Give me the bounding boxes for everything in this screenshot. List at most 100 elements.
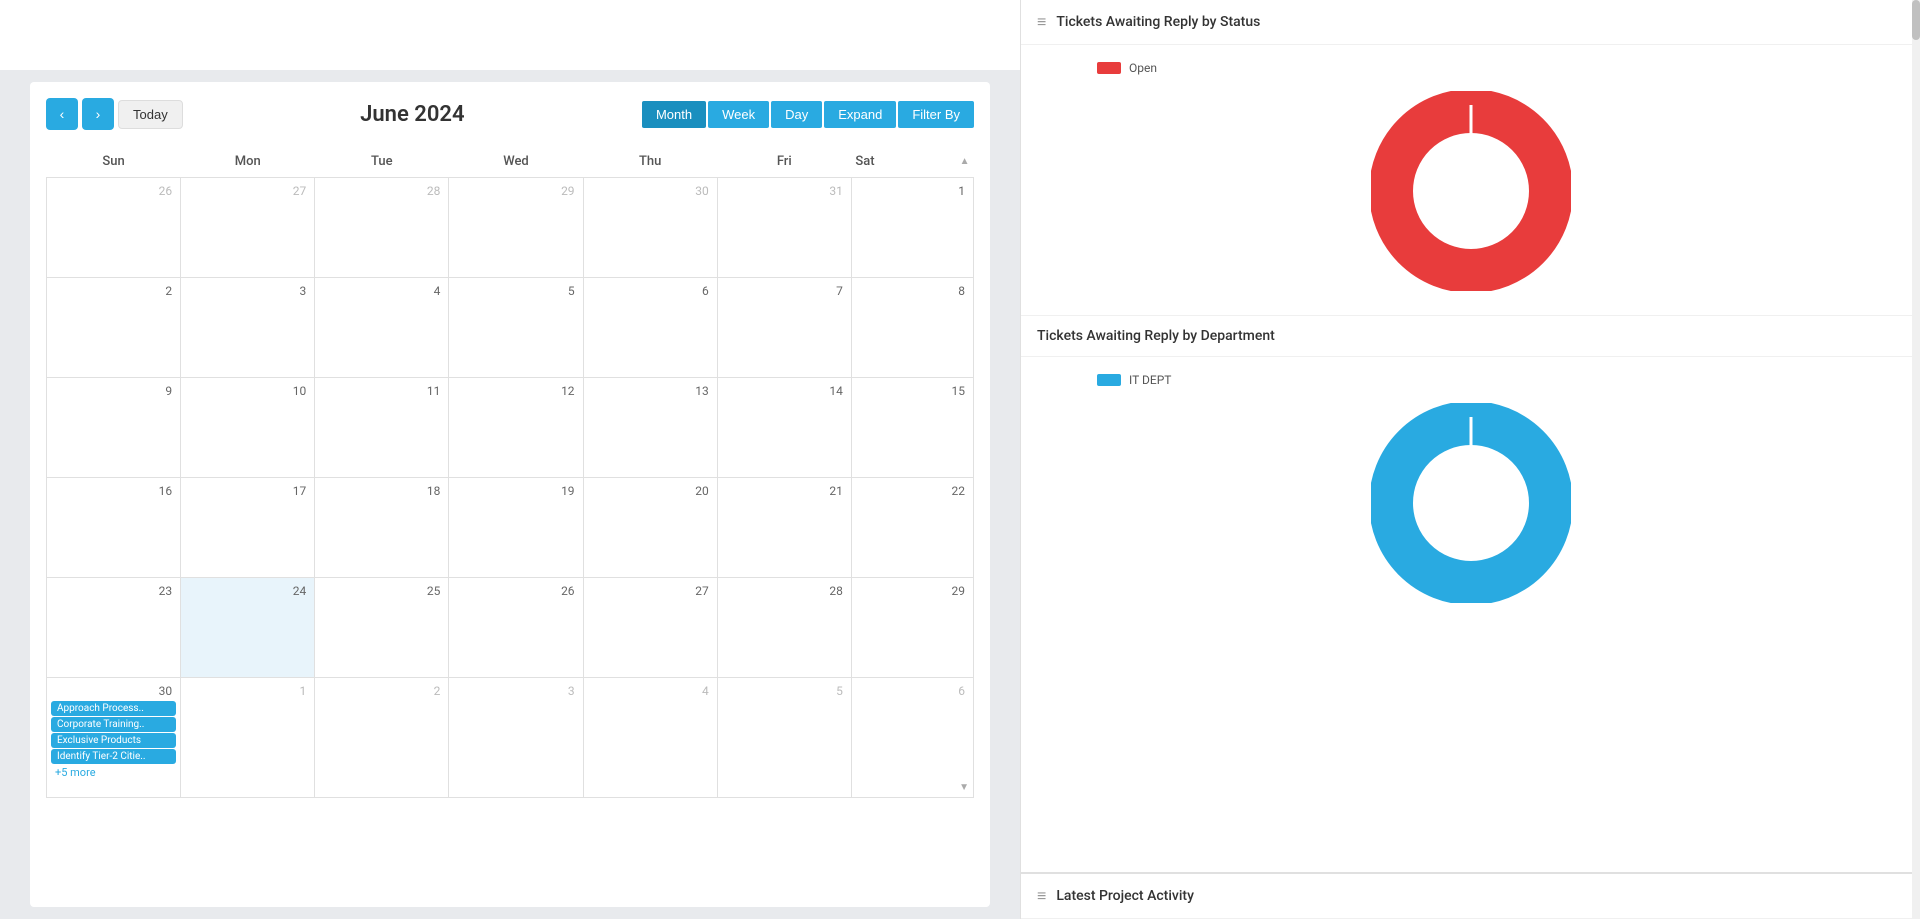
latest-activity-title: Latest Project Activity — [1056, 888, 1194, 904]
dept-donut-svg — [1371, 403, 1571, 603]
day-cell-jun26[interactable]: 26 — [449, 578, 583, 678]
view-buttons: Month Week Day Expand Filter By — [642, 101, 974, 128]
week-row: 30 Approach Process.. Corporate Training… — [47, 678, 974, 798]
scrollbar-thumb[interactable] — [1912, 0, 1920, 40]
day-cell-jul2[interactable]: 2 — [315, 678, 449, 798]
day-cell-jun16[interactable]: 16 — [47, 478, 181, 578]
legend-itdept: IT DEPT — [1097, 373, 1171, 387]
day-cell-jun5[interactable]: 5 — [449, 278, 583, 378]
menu-icon-status: ≡ — [1037, 12, 1046, 32]
day-cell-jun1[interactable]: 1 — [851, 178, 973, 278]
day-cell-jun25[interactable]: 25 — [315, 578, 449, 678]
day-cell-jun6[interactable]: 6 — [583, 278, 717, 378]
tickets-status-section-header: ≡ Tickets Awaiting Reply by Status — [1021, 0, 1920, 45]
calendar-container: ‹ › Today June 2024 Month Week Day Expan… — [30, 82, 990, 907]
tickets-status-title: Tickets Awaiting Reply by Status — [1056, 14, 1260, 30]
header-sun: Sun — [47, 146, 181, 178]
day-cell-jun9[interactable]: 9 — [47, 378, 181, 478]
day-cell-may27[interactable]: 27 — [181, 178, 315, 278]
scroll-down-icon: ▼ — [959, 782, 969, 793]
day-cell-jul4[interactable]: 4 — [583, 678, 717, 798]
view-filterby-button[interactable]: Filter By — [898, 101, 974, 128]
week-row: 26 27 28 29 30 31 1 — [47, 178, 974, 278]
header-sat: Sat ▲ — [851, 146, 973, 177]
day-cell-jun29[interactable]: 29 — [851, 578, 973, 678]
header-tue: Tue — [315, 146, 449, 178]
header-thu: Thu — [583, 146, 717, 178]
view-day-button[interactable]: Day — [771, 101, 822, 128]
event-exclusive-products[interactable]: Exclusive Products — [51, 733, 176, 748]
day-cell-jun20[interactable]: 20 — [583, 478, 717, 578]
day-cell-may31[interactable]: 31 — [717, 178, 851, 278]
tickets-status-chart-area: Open — [1021, 45, 1920, 315]
calendar-title: June 2024 — [360, 102, 464, 127]
day-cell-jun12[interactable]: 12 — [449, 378, 583, 478]
day-cell-jun28[interactable]: 28 — [717, 578, 851, 678]
day-cell-jul5[interactable]: 5 — [717, 678, 851, 798]
day-cell-jul3[interactable]: 3 — [449, 678, 583, 798]
day-cell-jun24-today[interactable]: 24 — [181, 578, 315, 678]
day-cell-jul1[interactable]: 1 — [181, 678, 315, 798]
tickets-dept-title: Tickets Awaiting Reply by Department — [1037, 328, 1275, 344]
day-cell-jun11[interactable]: 11 — [315, 378, 449, 478]
calendar-header: ‹ › Today June 2024 Month Week Day Expan… — [46, 98, 974, 130]
more-events-link[interactable]: +5 more — [51, 765, 176, 780]
day-cell-jun14[interactable]: 14 — [717, 378, 851, 478]
legend-itdept-label: IT DEPT — [1129, 373, 1171, 387]
week-row: 23 24 25 26 27 28 29 — [47, 578, 974, 678]
view-month-button[interactable]: Month — [642, 101, 706, 128]
week-row: 9 10 11 12 13 14 15 — [47, 378, 974, 478]
day-cell-jun21[interactable]: 21 — [717, 478, 851, 578]
right-panel: ≡ Tickets Awaiting Reply by Status Open … — [1020, 0, 1920, 919]
week-row: 16 17 18 19 20 21 22 — [47, 478, 974, 578]
event-identify-tier2[interactable]: Identify Tier-2 Citie.. — [51, 749, 176, 764]
dept-donut-chart — [1371, 403, 1571, 603]
top-white-area — [0, 0, 1020, 70]
scroll-up-icon: ▲ — [960, 156, 970, 167]
calendar-nav: ‹ › Today — [46, 98, 183, 130]
legend-open-label: Open — [1129, 61, 1157, 75]
calendar-grid: Sun Mon Tue Wed Thu Fri Sat ▲ 26 27 — [46, 146, 974, 798]
header-mon: Mon — [181, 146, 315, 178]
legend-itdept-color — [1097, 374, 1121, 386]
day-cell-jun18[interactable]: 18 — [315, 478, 449, 578]
left-panel: ‹ › Today June 2024 Month Week Day Expan… — [0, 0, 1020, 919]
day-cell-may29[interactable]: 29 — [449, 178, 583, 278]
tickets-dept-section-header: Tickets Awaiting Reply by Department — [1021, 315, 1920, 357]
legend-open-color — [1097, 62, 1121, 74]
day-cell-jun15[interactable]: 15 — [851, 378, 973, 478]
day-cell-jun3[interactable]: 3 — [181, 278, 315, 378]
day-cell-jun8[interactable]: 8 — [851, 278, 973, 378]
view-week-button[interactable]: Week — [708, 101, 769, 128]
day-cell-jun19[interactable]: 19 — [449, 478, 583, 578]
day-cell-jun7[interactable]: 7 — [717, 278, 851, 378]
latest-activity-section-header: ≡ Latest Project Activity — [1021, 872, 1920, 919]
day-cell-jul6[interactable]: 6 ▼ — [851, 678, 973, 798]
day-cell-jun23[interactable]: 23 — [47, 578, 181, 678]
week-row: 2 3 4 5 6 7 8 — [47, 278, 974, 378]
event-corporate-training[interactable]: Corporate Training.. — [51, 717, 176, 732]
status-donut-svg — [1371, 91, 1571, 291]
day-cell-jun30[interactable]: 30 Approach Process.. Corporate Training… — [47, 678, 181, 798]
day-cell-may26[interactable]: 26 — [47, 178, 181, 278]
scrollbar-track — [1912, 0, 1920, 919]
day-cell-may30[interactable]: 30 — [583, 178, 717, 278]
today-button[interactable]: Today — [118, 100, 183, 129]
day-cell-jun2[interactable]: 2 — [47, 278, 181, 378]
day-cell-jun10[interactable]: 10 — [181, 378, 315, 478]
tickets-dept-chart-area: IT DEPT — [1021, 357, 1920, 627]
day-cell-jun22[interactable]: 22 — [851, 478, 973, 578]
prev-month-button[interactable]: ‹ — [46, 98, 78, 130]
day-cell-jun27[interactable]: 27 — [583, 578, 717, 678]
view-expand-button[interactable]: Expand — [824, 101, 896, 128]
day-cell-jun4[interactable]: 4 — [315, 278, 449, 378]
header-fri: Fri — [717, 146, 851, 178]
day-cell-jun13[interactable]: 13 — [583, 378, 717, 478]
day-cell-may28[interactable]: 28 — [315, 178, 449, 278]
day-cell-jun17[interactable]: 17 — [181, 478, 315, 578]
header-wed: Wed — [449, 146, 583, 178]
menu-icon-activity: ≡ — [1037, 886, 1046, 906]
legend-open: Open — [1097, 61, 1157, 75]
event-approach-process[interactable]: Approach Process.. — [51, 701, 176, 716]
next-month-button[interactable]: › — [82, 98, 114, 130]
